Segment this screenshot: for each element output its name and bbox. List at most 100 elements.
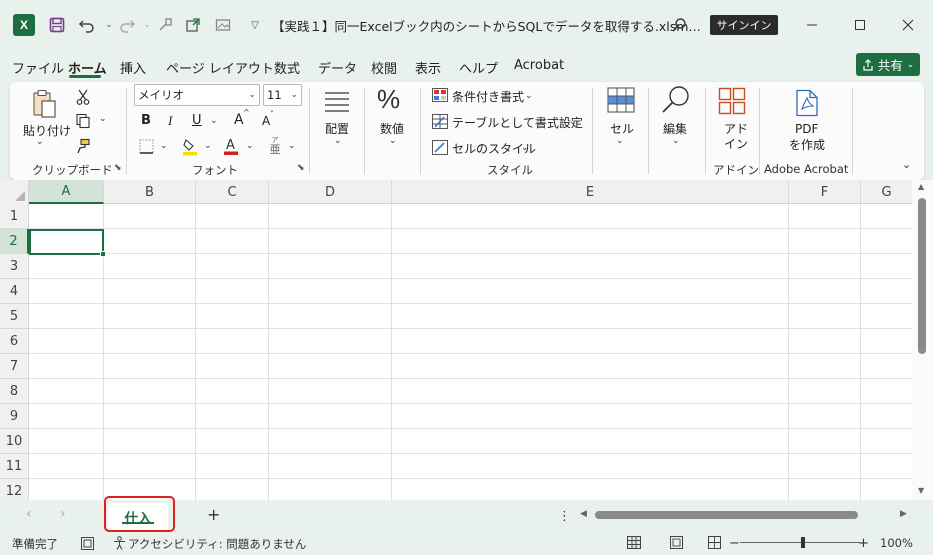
cut-icon[interactable]	[74, 88, 92, 106]
border-dropdown-icon[interactable]: ⌄	[160, 141, 168, 151]
format-as-table-button[interactable]: テーブルとして書式設定	[452, 114, 583, 131]
accessibility-status[interactable]: アクセシビリティ: 問題ありません	[128, 536, 306, 552]
close-icon[interactable]	[893, 12, 923, 38]
row-header-11[interactable]: 11	[0, 454, 29, 479]
active-cell-a2[interactable]	[29, 229, 104, 255]
row-header-1[interactable]: 1	[0, 204, 29, 229]
fill-color-dropdown-icon[interactable]: ⌄	[204, 141, 212, 151]
editing-label[interactable]: 編集	[663, 120, 687, 137]
conditional-format-button[interactable]: 条件付き書式	[452, 88, 524, 105]
row-header-8[interactable]: 8	[0, 379, 29, 404]
scroll-up-icon[interactable]: ▲	[918, 182, 924, 191]
create-pdf-label-line1[interactable]: PDF	[795, 122, 818, 136]
number-label[interactable]: 数値	[380, 120, 404, 137]
row-header-10[interactable]: 10	[0, 429, 29, 454]
save-icon[interactable]	[46, 14, 68, 36]
cell-styles-icon[interactable]	[431, 139, 449, 155]
search-icon[interactable]	[668, 14, 690, 36]
minimize-icon[interactable]	[797, 12, 827, 38]
share-button[interactable]: 共有 ⌄	[856, 53, 920, 76]
font-color-dropdown-icon[interactable]: ⌄	[246, 141, 254, 151]
accessibility-icon[interactable]	[112, 535, 126, 550]
zoom-slider-knob[interactable]	[801, 537, 805, 548]
number-dropdown-icon[interactable]: ⌄	[389, 136, 397, 146]
paste-label[interactable]: 貼り付け	[23, 122, 71, 139]
number-format-icon[interactable]: %	[377, 84, 400, 115]
menu-help[interactable]: ヘルプ	[459, 58, 498, 77]
menu-page-layout[interactable]: ページ レイアウト	[166, 58, 274, 77]
copy-dropdown-icon[interactable]: ⌄	[99, 114, 107, 124]
select-all-button[interactable]	[0, 180, 29, 204]
column-header-g[interactable]: G	[861, 180, 912, 204]
row-header-5[interactable]: 5	[0, 304, 29, 329]
create-pdf-label-line2[interactable]: を作成	[789, 136, 825, 153]
previous-sheet-icon[interactable]: ‹	[26, 506, 32, 522]
cells-icon[interactable]	[606, 86, 636, 114]
page-layout-view-icon[interactable]	[668, 535, 684, 550]
row-header-9[interactable]: 9	[0, 404, 29, 429]
menu-review[interactable]: 校閲	[371, 58, 397, 77]
fill-handle[interactable]	[100, 251, 106, 257]
page-break-view-icon[interactable]	[706, 535, 722, 550]
border-icon[interactable]	[137, 138, 155, 154]
vertical-scrollbar[interactable]: ▲ ▼	[912, 180, 933, 500]
fill-color-icon[interactable]	[181, 136, 199, 156]
paste-dropdown-icon[interactable]: ⌄	[36, 137, 44, 147]
addins-icon[interactable]	[717, 86, 747, 116]
cell-styles-dropdown-icon[interactable]: ⌄	[521, 143, 529, 153]
menu-insert[interactable]: 挿入	[120, 58, 146, 77]
addins-label-line2[interactable]: イン	[724, 135, 748, 152]
menu-view[interactable]: 表示	[415, 58, 441, 77]
font-size-combo[interactable]: 11 ⌄	[263, 84, 302, 106]
font-name-combo[interactable]: メイリオ ⌄	[134, 84, 260, 106]
column-header-a[interactable]: A	[29, 180, 104, 204]
next-sheet-icon[interactable]: ›	[60, 506, 66, 522]
zoom-in-button[interactable]: +	[858, 536, 869, 551]
font-color-icon[interactable]: A	[222, 135, 240, 156]
column-header-e[interactable]: E	[392, 180, 789, 204]
scroll-down-icon[interactable]: ▼	[918, 486, 924, 495]
menu-file[interactable]: ファイル	[12, 58, 64, 77]
collapse-ribbon-icon[interactable]: ⌄	[902, 158, 911, 171]
maximize-icon[interactable]	[845, 12, 875, 38]
column-header-d[interactable]: D	[269, 180, 392, 204]
add-sheet-button[interactable]: +	[207, 505, 220, 524]
phonetic-dropdown-icon[interactable]: ⌄	[288, 141, 296, 151]
row-header-6[interactable]: 6	[0, 329, 29, 354]
format-as-table-dropdown-icon[interactable]: ⌄	[569, 117, 577, 127]
external-link-icon[interactable]	[182, 14, 204, 36]
clipboard-launcher-icon[interactable]: ⬊	[114, 163, 122, 173]
normal-view-icon[interactable]	[626, 535, 642, 550]
bold-button[interactable]: B	[141, 113, 151, 128]
more-options-icon[interactable]: ⋮	[558, 509, 571, 524]
scroll-right-icon[interactable]: ▶	[900, 509, 907, 519]
font-launcher-icon[interactable]: ⬊	[297, 163, 305, 173]
row-header-7[interactable]: 7	[0, 354, 29, 379]
worksheet-grid[interactable]: A B C D E F G 1 2 3 4 5 6 7 8 9 10 11 12	[0, 180, 912, 500]
horizontal-scroll-thumb[interactable]	[595, 511, 858, 519]
underline-dropdown-icon[interactable]: ⌄	[210, 116, 218, 126]
zoom-out-button[interactable]: −	[729, 536, 740, 551]
zoom-slider-track[interactable]	[740, 542, 860, 543]
paste-icon[interactable]	[30, 88, 60, 120]
copy-icon[interactable]	[74, 112, 92, 130]
cells-dropdown-icon[interactable]: ⌄	[616, 136, 624, 146]
redo-icon[interactable]	[116, 14, 138, 36]
editing-dropdown-icon[interactable]: ⌄	[672, 136, 680, 146]
row-header-4[interactable]: 4	[0, 279, 29, 304]
customize-qat-icon[interactable]: ▽	[244, 14, 266, 36]
zoom-level[interactable]: 100%	[880, 536, 913, 550]
undo-icon[interactable]	[76, 14, 98, 36]
shrink-font-button[interactable]: A	[262, 114, 270, 128]
row-header-3[interactable]: 3	[0, 254, 29, 279]
alignment-label[interactable]: 配置	[325, 120, 349, 137]
signin-button[interactable]: サインイン	[710, 15, 778, 35]
phonetic-icon[interactable]: ア亜	[268, 137, 282, 156]
row-header-12[interactable]: 12	[0, 479, 29, 500]
column-header-b[interactable]: B	[104, 180, 196, 204]
scroll-left-icon[interactable]: ◀	[580, 509, 587, 519]
editing-search-icon[interactable]	[660, 84, 692, 116]
menu-acrobat[interactable]: Acrobat	[514, 58, 564, 73]
column-header-f[interactable]: F	[789, 180, 861, 204]
format-painter-qat-icon[interactable]	[154, 14, 176, 36]
